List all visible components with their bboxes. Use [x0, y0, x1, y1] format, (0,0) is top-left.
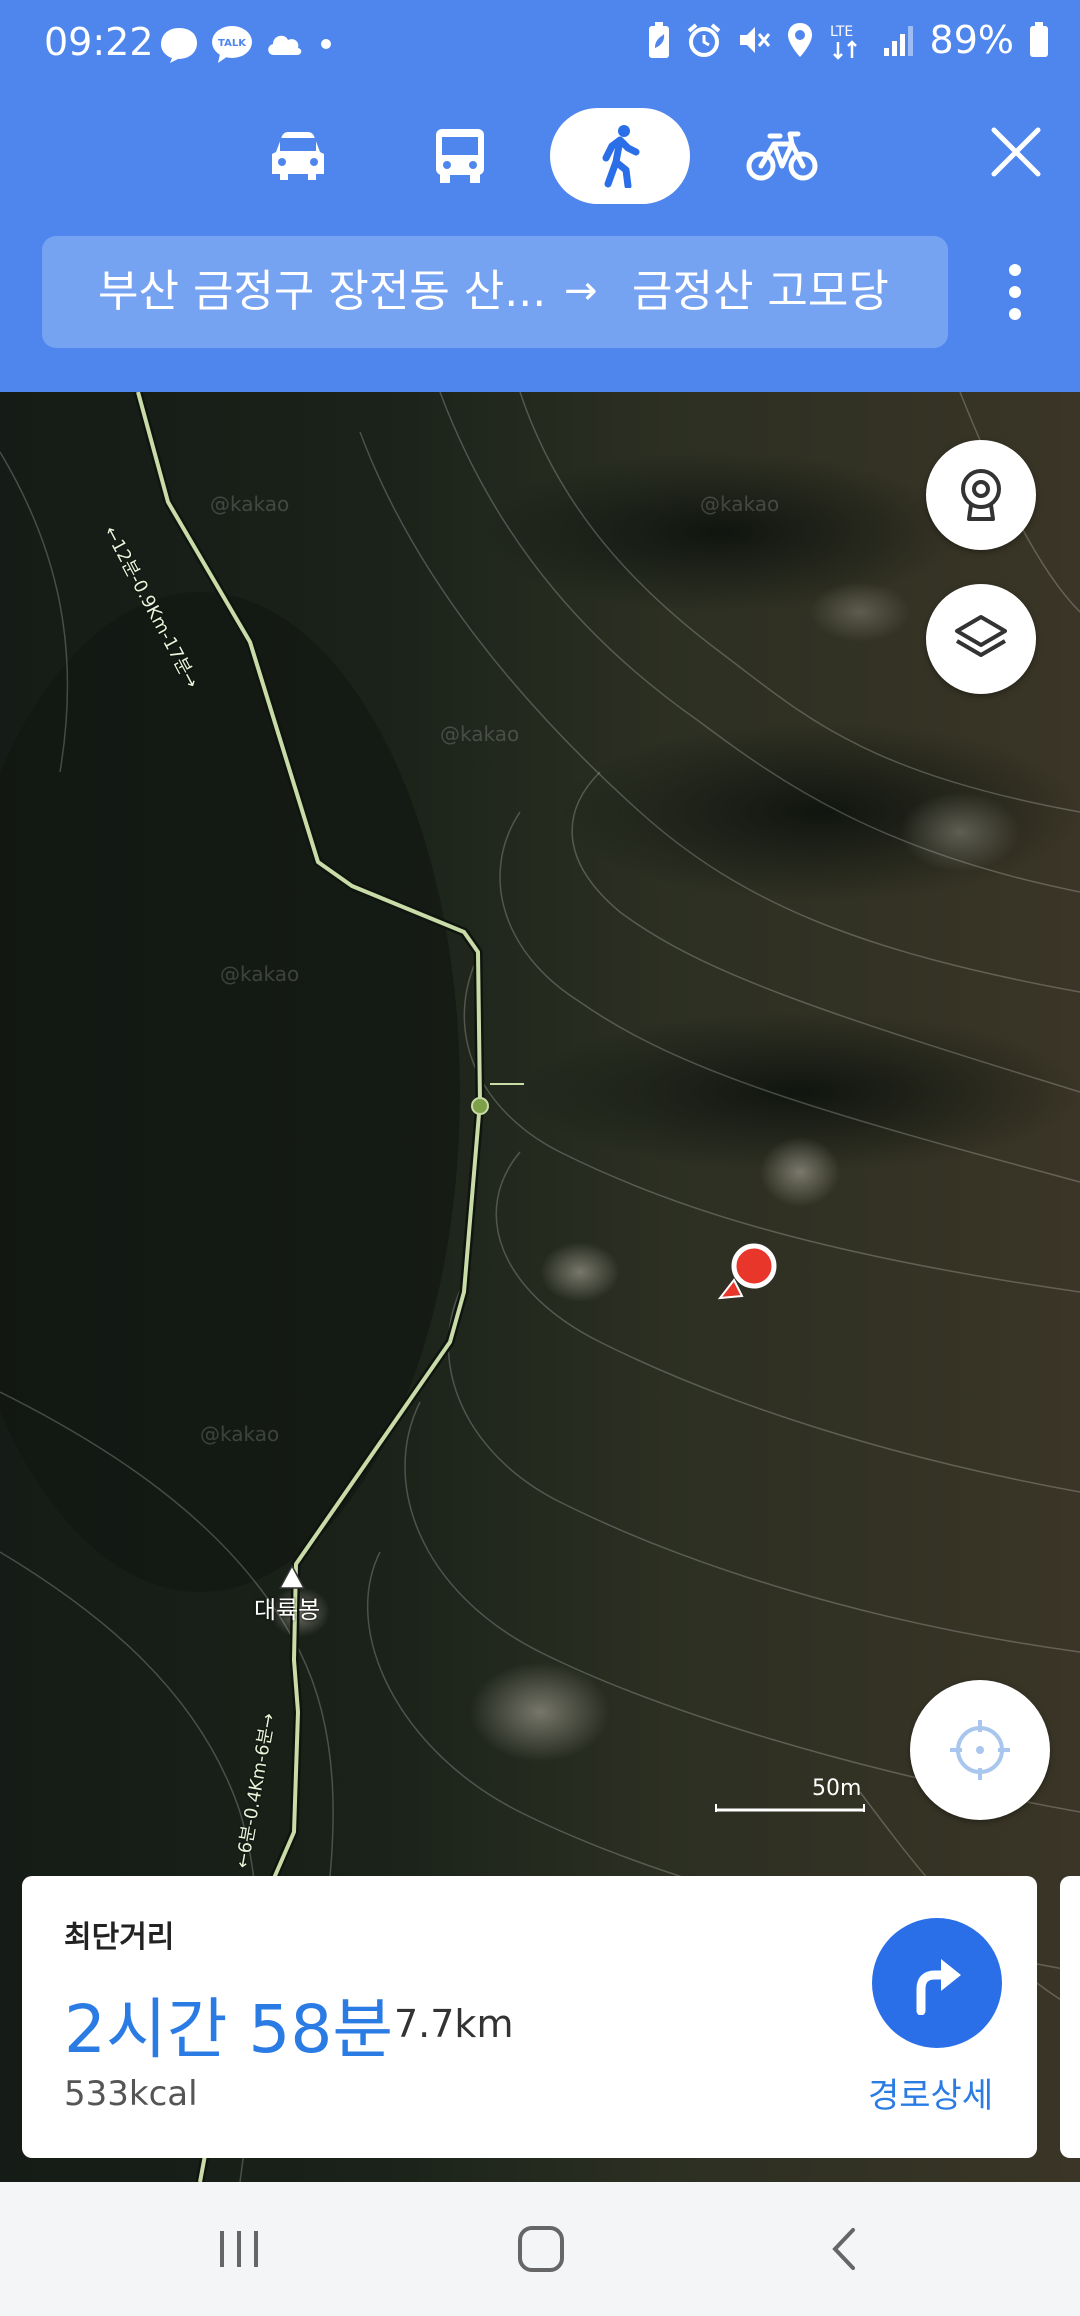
header: 09:22 TALK LTE 89% 부산 금정구 장전동 산... → 금정산… [0, 0, 1080, 392]
route-detail-button[interactable] [872, 1918, 1002, 2048]
bike-icon [746, 131, 818, 181]
peak-label: 대륙봉 [254, 1596, 321, 1624]
messenger-icon [161, 28, 197, 63]
lte-icon: LTE [830, 24, 857, 60]
mode-walk-button[interactable] [550, 108, 690, 204]
back-icon [832, 2228, 855, 2270]
walk-icon [602, 125, 640, 188]
kakaotalk-icon: TALK [212, 26, 252, 63]
route-destination[interactable]: 금정산 고모당 [632, 236, 889, 348]
map-watermark: @kakao [220, 962, 300, 986]
route-origin[interactable]: 부산 금정구 장전동 산... [98, 236, 546, 348]
recent-apps-button[interactable] [184, 2206, 294, 2292]
svg-text:LTE: LTE [830, 24, 853, 40]
location-icon [787, 23, 812, 57]
street-view-icon [961, 469, 1001, 521]
route-detail-label[interactable]: 경로상세 [868, 2068, 993, 2117]
home-button[interactable] [486, 2206, 596, 2292]
route-result-card[interactable]: 최단거리 2시간 58분 7.7km 533kcal 경로상세 [22, 1876, 1037, 2158]
map-layers-button[interactable] [926, 584, 1036, 694]
status-notification-icons: TALK [158, 24, 338, 64]
back-button[interactable] [790, 2206, 900, 2292]
map-watermark: @kakao [200, 1422, 280, 1446]
my-location-button[interactable] [910, 1680, 1050, 1820]
crosshair-icon [950, 1720, 1010, 1780]
route-summary-box[interactable]: 부산 금정구 장전동 산... → 금정산 고모당 [42, 236, 948, 348]
more-options-button[interactable] [990, 262, 1040, 322]
status-time: 09:22 [44, 20, 154, 64]
close-button[interactable] [986, 122, 1046, 182]
scale-label: 50m [812, 1776, 862, 1801]
battery-icon [1030, 22, 1048, 57]
route-arrow-icon: → [564, 268, 598, 314]
cloud-icon [268, 35, 302, 55]
route-type-label: 최단거리 [64, 1920, 175, 1955]
status-system-icons: LTE 89% [646, 18, 1050, 62]
home-icon [518, 2226, 564, 2272]
layers-icon [955, 615, 1007, 657]
route-duration: 2시간 58분 [64, 1991, 394, 2068]
transport-mode-bar [0, 108, 1080, 204]
battery-percent: 89% [929, 18, 1014, 62]
route-distance: 7.7km [394, 2002, 514, 2046]
turn-right-arrow-icon [916, 1959, 961, 2015]
mode-bike-button[interactable] [712, 108, 852, 204]
map-watermark: @kakao [440, 722, 520, 746]
close-icon [991, 127, 1041, 177]
mode-car-button[interactable] [228, 108, 368, 204]
mode-bus-button[interactable] [390, 108, 530, 204]
next-route-card-edge[interactable] [1060, 1876, 1080, 2158]
more-vertical-icon [1009, 264, 1021, 320]
map-watermark: @kakao [700, 492, 780, 516]
map-watermark: @kakao [210, 492, 290, 516]
svg-text:TALK: TALK [218, 38, 247, 49]
alarm-icon [687, 23, 720, 57]
battery-saver-icon [648, 22, 669, 58]
system-navigation-bar [0, 2182, 1080, 2316]
route-calories: 533kcal [64, 2074, 198, 2114]
dot-icon [321, 39, 331, 49]
street-view-button[interactable] [926, 440, 1036, 550]
bus-icon [436, 129, 484, 183]
recent-apps-icon [220, 2231, 258, 2267]
mute-icon [739, 27, 770, 53]
status-bar: 09:22 TALK LTE 89% [0, 0, 1080, 96]
signal-icon [883, 26, 913, 56]
car-icon [272, 132, 324, 180]
